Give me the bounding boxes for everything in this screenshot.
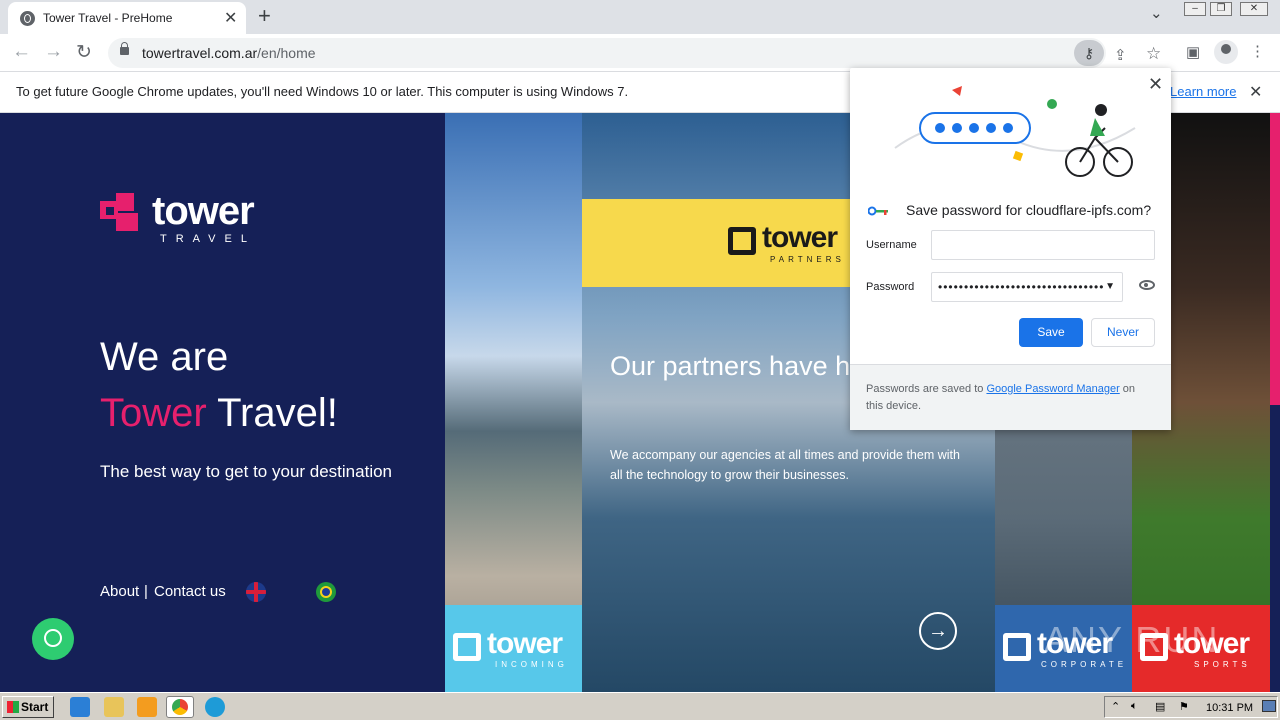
tagline: The best way to get to your destination: [100, 462, 393, 481]
infobar-message: To get future Google Chrome updates, you…: [16, 84, 629, 99]
tower-logo-icon: [100, 193, 138, 231]
key-icon: [868, 206, 888, 216]
card-sub: INCOMING: [495, 660, 568, 669]
password-manager-link[interactable]: Google Password Manager: [986, 383, 1119, 395]
forward-arrow-icon[interactable]: →: [44, 41, 63, 63]
anyrun-watermark: ANY RUN: [1044, 619, 1220, 660]
brazil-flag-icon[interactable]: [316, 582, 336, 602]
username-field[interactable]: [931, 230, 1155, 260]
logo-wordmark[interactable]: tower: [152, 189, 255, 234]
whatsapp-icon[interactable]: [32, 618, 74, 660]
tab-title: Tower Travel - PreHome: [43, 11, 173, 25]
profile-avatar[interactable]: [1214, 40, 1238, 64]
eye-icon[interactable]: [1139, 280, 1155, 290]
tower-logo-icon: [453, 633, 481, 661]
headline-line2: Tower Travel!: [100, 391, 338, 436]
browser-toolbar: ← → ↻ towertravel.com.ar/en/home ⚷ ⇪ ☆ ▣…: [0, 34, 1280, 72]
footer-text: Passwords are saved to: [866, 383, 987, 395]
back-arrow-icon[interactable]: ←: [12, 41, 31, 63]
card-word: tower: [762, 221, 838, 254]
username-label: Username: [866, 239, 917, 251]
card-sub: CORPORATE: [1041, 660, 1128, 669]
save-password-dialog: ✕ Save password for cloudflare-ipfs.com?…: [850, 68, 1171, 430]
tower-logo-icon: [728, 227, 756, 255]
lock-icon[interactable]: [120, 42, 129, 55]
card-word: tower: [487, 627, 563, 660]
url-text[interactable]: towertravel.com.ar/en/home: [142, 45, 316, 61]
nav-separator: |: [144, 583, 148, 600]
uk-flag-icon[interactable]: [246, 582, 266, 602]
edge-icon[interactable]: [205, 697, 225, 717]
hero-panel: tower TRAVEL We are Tower Travel! The be…: [0, 113, 445, 692]
contact-link[interactable]: Contact us: [154, 583, 226, 600]
restore-button[interactable]: ❐: [1210, 2, 1232, 16]
card-sub: PARTNERS: [770, 255, 845, 264]
dialog-footer: Passwords are saved to Google Password M…: [850, 364, 1171, 430]
star-icon[interactable]: ☆: [1146, 44, 1161, 64]
key-icon[interactable]: ⚷: [1074, 40, 1104, 66]
learn-more-link[interactable]: Learn more: [1170, 84, 1236, 99]
dialog-title: Save password for cloudflare-ipfs.com?: [906, 202, 1152, 218]
windows-taskbar: Start ⌃ 🔈︎ ▤ ⚑ 10:31 PM: [0, 692, 1280, 720]
password-field[interactable]: •••••••••••••••••••••••••••••••• ▼: [931, 272, 1123, 302]
password-illustration: [894, 86, 1136, 177]
dialog-close-icon[interactable]: ✕: [1148, 74, 1163, 95]
ie-icon[interactable]: [70, 697, 90, 717]
browser-tab[interactable]: Tower Travel - PreHome ✕: [8, 2, 246, 34]
flag-icon[interactable]: ⚑: [1179, 700, 1189, 713]
logo-subtitle: TRAVEL: [160, 233, 256, 245]
never-button[interactable]: Never: [1091, 318, 1155, 347]
address-bar[interactable]: towertravel.com.ar/en/home ⚷ ⇪ ☆: [108, 38, 1161, 68]
chevron-down-icon[interactable]: ⌄: [1150, 4, 1163, 22]
new-tab-button[interactable]: +: [258, 3, 271, 29]
edge-strip: [1270, 113, 1280, 692]
headline-rest: Travel!: [206, 391, 338, 435]
share-icon[interactable]: ⇪: [1114, 46, 1127, 64]
side-panel-icon[interactable]: ▣: [1186, 43, 1200, 61]
dropdown-arrow-icon[interactable]: ▼: [1105, 273, 1116, 301]
partners-card[interactable]: tower PARTNERS: [582, 199, 872, 287]
save-button[interactable]: Save: [1019, 318, 1083, 347]
window-close-button[interactable]: ✕: [1240, 2, 1268, 16]
minimize-button[interactable]: –: [1184, 2, 1206, 16]
section-body: We accompany our agencies at all times a…: [610, 448, 960, 482]
tab-close-icon[interactable]: ✕: [224, 8, 237, 28]
media-player-icon[interactable]: [137, 697, 157, 717]
arrow-right-icon[interactable]: →: [919, 612, 957, 650]
clock[interactable]: 10:31 PM: [1206, 702, 1253, 714]
browser-titlebar: Tower Travel - PreHome ✕ + ⌄ – ❐ ✕: [0, 0, 1280, 34]
headline-brand: Tower: [100, 391, 207, 435]
card-sub: SPORTS: [1194, 660, 1251, 669]
volume-icon[interactable]: 🔈︎: [1131, 700, 1138, 713]
folder-icon[interactable]: [104, 697, 124, 717]
reload-icon[interactable]: ↻: [76, 41, 92, 64]
menu-icon[interactable]: ⋮: [1250, 42, 1265, 60]
show-desktop-icon[interactable]: [1262, 700, 1276, 712]
start-button[interactable]: Start: [2, 696, 54, 718]
password-label: Password: [866, 281, 915, 293]
password-dots: ••••••••••••••••••••••••••••••••: [938, 280, 1105, 294]
infobar-close-icon[interactable]: ✕: [1249, 82, 1262, 102]
about-link[interactable]: About: [100, 583, 139, 600]
tray-expand-icon[interactable]: ⌃: [1111, 700, 1120, 713]
chrome-taskbar-button[interactable]: [166, 696, 194, 718]
network-icon[interactable]: ▤: [1155, 700, 1165, 713]
headline-line1: We are: [100, 335, 229, 379]
globe-icon: [20, 11, 35, 26]
incoming-card[interactable]: tower INCOMING: [445, 605, 582, 692]
tower-logo-icon: [1003, 633, 1031, 661]
